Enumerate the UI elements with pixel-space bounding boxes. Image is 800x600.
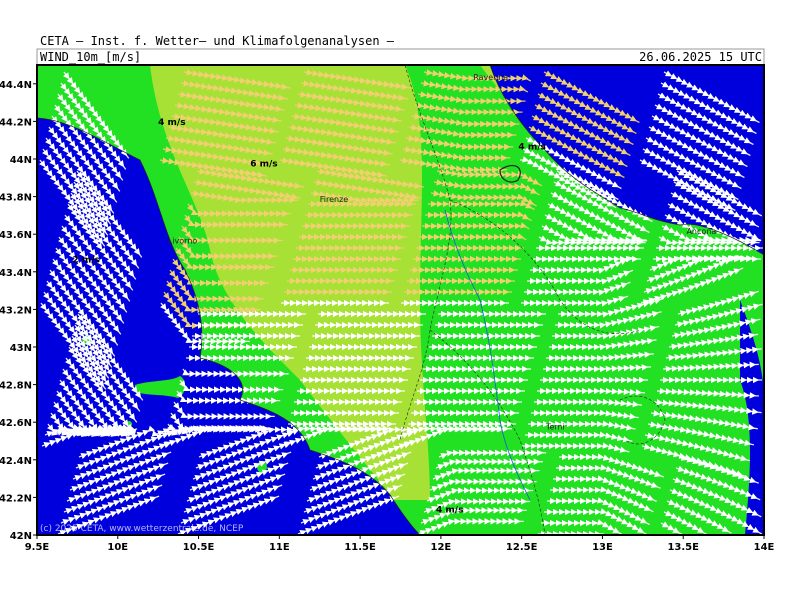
lat-tick-label: 44N	[10, 155, 32, 166]
lon-tick-label: 9.5E	[25, 542, 50, 553]
wind-map: 42N 42.2N 42.4N 42.6N 42.8N 43N 43.2N 43.4N 43.6…	[0, 48, 775, 553]
city-label: Ravenna	[473, 73, 508, 82]
lat-tick-label: 42.2N	[0, 493, 32, 504]
lon-tick-label: 12E	[431, 542, 452, 553]
lat-tick-label: 42.4N	[0, 456, 32, 467]
lat-tick-label: 43N	[10, 343, 32, 354]
contour-label: 4 m/s	[436, 505, 463, 515]
latitude-axis: 42N 42.2N 42.4N 42.6N 42.8N 43N 43.2N 43.4N 43.6…	[0, 80, 37, 542]
lon-tick-label: 12.5E	[506, 542, 538, 553]
header-box	[36, 48, 765, 66]
city-label: Ancona	[686, 227, 716, 236]
lon-tick-label: 10.5E	[183, 542, 215, 553]
lon-tick-label: 10E	[107, 542, 128, 553]
contour-label: 4 m/s	[518, 143, 545, 153]
lon-tick-label: 13.5E	[667, 542, 699, 553]
contour-label: 2 m/s	[73, 255, 100, 265]
contour-label: 6 m/s	[250, 160, 277, 170]
city-label: Terni	[545, 423, 565, 432]
city-label: Livorno	[168, 237, 198, 246]
lat-tick-label: 42N	[10, 531, 32, 542]
lat-tick-label: 43.8N	[0, 193, 32, 204]
lon-tick-label: 11.5E	[344, 542, 376, 553]
lat-tick-label: 43.4N	[0, 268, 32, 279]
lon-tick-label: 13E	[592, 542, 613, 553]
lat-tick-label: 44.2N	[0, 117, 32, 128]
lat-tick-label: 43.6N	[0, 230, 32, 241]
longitude-axis: 9.5E 10E 10.5E 11E 11.5E 12E 12.5E 13E 13.5E 14E	[25, 535, 775, 553]
lat-tick-label: 44.4N	[0, 80, 32, 91]
lon-tick-label: 14E	[754, 542, 775, 553]
contour-label: 4 m/s	[158, 118, 185, 128]
lat-tick-label: 42.6N	[0, 418, 32, 429]
lon-tick-label: 11E	[269, 542, 290, 553]
copyright-note: (c) 2025 CETA, www.wetterzentrale.de, NC…	[40, 524, 244, 534]
lat-tick-label: 43.2N	[0, 305, 32, 316]
lat-tick-label: 42.8N	[0, 381, 32, 392]
city-label: Firenze	[320, 195, 349, 204]
